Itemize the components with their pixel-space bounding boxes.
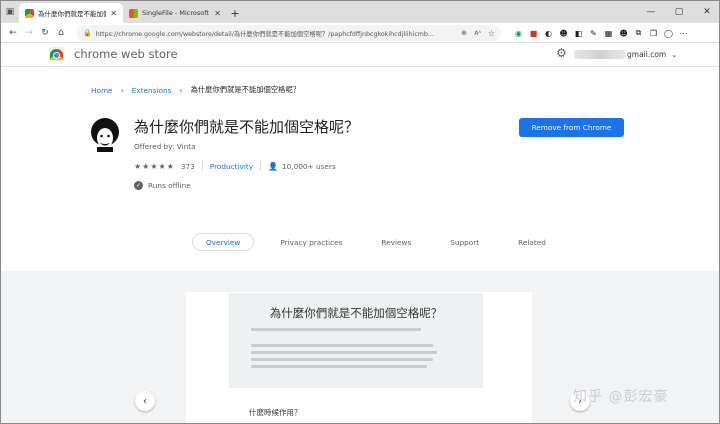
extension-title: 為什麼你們就是不能加個空格呢？: [134, 118, 360, 136]
extension-icon[interactable]: ◐: [541, 23, 556, 43]
browser-tab[interactable]: SingleFile - Microsoft Edge Add ✕: [123, 3, 227, 23]
category-link[interactable]: Productivity: [210, 162, 253, 171]
breadcrumb-extensions[interactable]: Extensions: [132, 86, 172, 95]
close-tab-icon[interactable]: ✕: [214, 9, 221, 18]
extension-meta: ★★★★★ 373 Productivity 👤 10,000+ users: [134, 160, 336, 172]
divider: [260, 161, 262, 171]
carousel-prev-button[interactable]: ‹: [135, 391, 155, 411]
extension-icon[interactable]: ☻: [556, 23, 571, 43]
extension-icon[interactable]: ☻: [616, 23, 631, 43]
refresh-icon[interactable]: ↻: [37, 28, 53, 38]
extensions-bar: ◉ ■ ◐ ☻ ◧ ✎ ▦ ☻ ⧉ ❒ ◯ ⋯: [511, 23, 691, 43]
rating-count[interactable]: 373: [181, 162, 195, 171]
remove-from-chrome-button[interactable]: Remove from Chrome: [519, 118, 624, 137]
webstore-logo-icon[interactable]: [49, 47, 64, 62]
breadcrumb-current: 為什麼你們就是不能加個空格呢？: [190, 85, 301, 94]
address-bar[interactable]: 🔒 https://chrome.google.com/webstore/det…: [77, 25, 501, 41]
collections-icon[interactable]: ❒: [646, 23, 661, 43]
settings-gear-icon[interactable]: ⚙: [556, 46, 567, 60]
url-text: https://chrome.google.com/webstore/detai…: [95, 30, 434, 38]
rating-stars-icon[interactable]: ★★★★★: [134, 162, 175, 171]
close-window-icon[interactable]: ✕: [693, 1, 719, 23]
back-icon[interactable]: ←: [5, 28, 21, 38]
text-line: [251, 328, 421, 331]
chevron-right-icon: ›: [120, 85, 124, 95]
forward-icon[interactable]: →: [21, 28, 37, 38]
watermark: 知乎 @彭宏豪: [573, 389, 669, 405]
breadcrumb-home[interactable]: Home: [91, 86, 113, 95]
zoom-icon[interactable]: ⊕: [461, 29, 467, 37]
close-tab-icon[interactable]: ✕: [110, 9, 117, 18]
chevron-down-icon: ⌄: [671, 50, 678, 59]
extension-logo-icon: [91, 118, 119, 152]
extension-icon[interactable]: ■: [526, 23, 541, 43]
page-tabs: Overview Privacy practices Reviews Suppo…: [192, 233, 572, 251]
extension-icon[interactable]: ✎: [586, 23, 601, 43]
browser-window: ▣ 為什麼你們就是不能加個空格呢 - C ✕ SingleFile - Micr…: [0, 0, 720, 424]
tab-title: 為什麼你們就是不能加個空格呢 - C: [38, 10, 106, 18]
edge-addons-favicon-icon: [129, 8, 138, 18]
screenshot-subheading: 什麼時候作用？: [249, 408, 302, 417]
profile-icon[interactable]: ◯: [661, 23, 676, 43]
text-line: [251, 358, 433, 361]
minimize-icon[interactable]: —: [637, 1, 665, 23]
window-controls: — ▢ ✕: [637, 1, 719, 23]
store-header: chrome web store ⚙ gmail.com ⌄: [1, 43, 719, 67]
extension-icon[interactable]: ▦: [601, 23, 616, 43]
browser-tab-active[interactable]: 為什麼你們就是不能加個空格呢 - C ✕: [19, 3, 123, 23]
favorite-star-icon[interactable]: ☆: [488, 29, 495, 38]
tab-strip: ▣ 為什麼你們就是不能加個空格呢 - C ✕ SingleFile - Micr…: [1, 1, 719, 23]
extension-icon[interactable]: ◧: [571, 23, 586, 43]
redacted-email: [574, 50, 626, 59]
webstore-favicon-icon: [25, 8, 34, 18]
new-tab-button[interactable]: +: [227, 3, 243, 23]
maximize-icon[interactable]: ▢: [665, 1, 693, 23]
menu-icon[interactable]: ⋯: [676, 23, 691, 43]
offline-badge: ✓ Runs offline: [134, 179, 191, 191]
browser-toolbar: ← → ↻ ⌂ 🔒 https://chrome.google.com/webs…: [1, 23, 719, 43]
tab-actions-icon[interactable]: ▣: [1, 1, 19, 23]
lock-icon[interactable]: 🔒: [83, 29, 92, 37]
tab-reviews[interactable]: Reviews: [368, 233, 424, 251]
tab-privacy-practices[interactable]: Privacy practices: [267, 233, 355, 251]
breadcrumb: Home › Extensions › 為什麼你們就是不能加個空格呢？: [91, 85, 300, 95]
text-line: [251, 351, 437, 354]
extension-icon[interactable]: ◉: [511, 23, 526, 43]
offline-check-icon: ✓: [134, 180, 143, 190]
account-email-suffix: gmail.com: [627, 50, 667, 59]
text-line: [251, 344, 433, 347]
tab-support[interactable]: Support: [437, 233, 492, 251]
offline-label: Runs offline: [148, 180, 191, 190]
text-line: [251, 365, 427, 368]
chevron-right-icon: ›: [179, 85, 183, 95]
users-icon: 👤: [268, 161, 279, 171]
screenshot-card: 為什麼你們就是不能加個空格呢？: [229, 293, 483, 388]
read-aloud-icon[interactable]: Aᴬ: [474, 30, 481, 37]
tab-title: SingleFile - Microsoft Edge Add: [142, 9, 210, 17]
extension-icon[interactable]: ⧉: [631, 23, 646, 43]
screenshot-title: 為什麼你們就是不能加個空格呢？: [269, 306, 443, 320]
tab-overview[interactable]: Overview: [192, 233, 255, 251]
store-name[interactable]: chrome web store: [74, 47, 178, 61]
account-menu[interactable]: gmail.com ⌄: [574, 49, 677, 60]
user-count: 10,000+ users: [282, 161, 336, 171]
tab-related[interactable]: Related: [505, 233, 559, 251]
offered-by: Offered by: Vinta: [134, 142, 196, 151]
divider: [201, 161, 203, 171]
home-icon[interactable]: ⌂: [53, 28, 69, 38]
